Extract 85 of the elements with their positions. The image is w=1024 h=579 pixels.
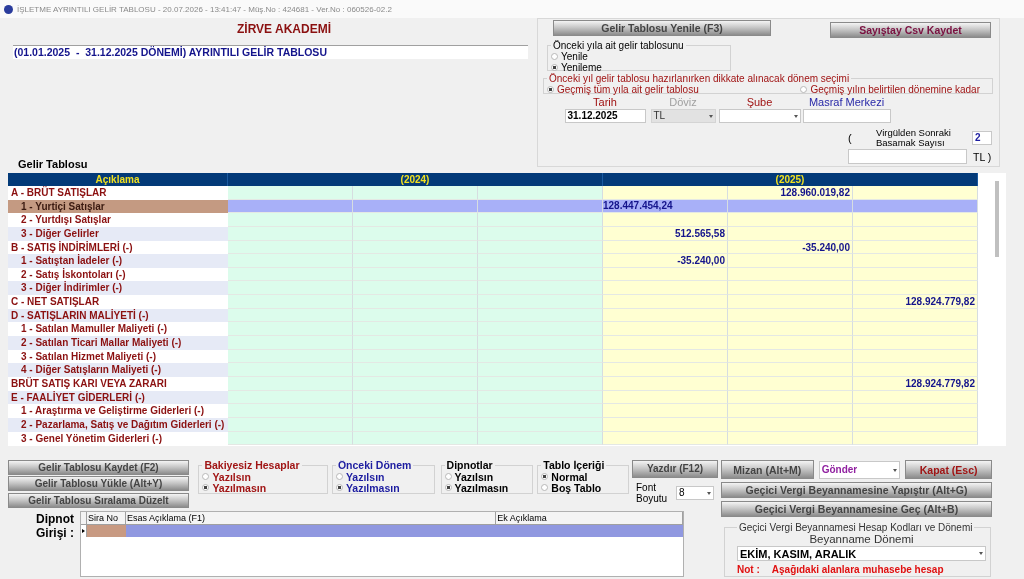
caret-icon xyxy=(708,114,713,118)
group-title: Önceki yıla ait gelir tablosunu xyxy=(552,40,685,51)
row-label[interactable]: 4 - Diğer Satışların Maliyeti (-) xyxy=(8,363,228,377)
load-button[interactable]: Gelir Tablosu Yükle (Alt+Y) xyxy=(8,476,189,491)
dropdown[interactable] xyxy=(718,109,801,123)
option-label: Yenile xyxy=(561,51,588,62)
radio-button[interactable] xyxy=(551,64,558,71)
radio-button[interactable] xyxy=(551,53,558,60)
print-button[interactable]: Yazdır (F12) xyxy=(632,460,718,478)
option-label: Yazılmasın xyxy=(345,481,400,494)
radio-button[interactable] xyxy=(202,484,210,491)
column-header: Esas Açıklama (F1) xyxy=(125,512,497,524)
field-label: Şube xyxy=(746,96,773,109)
group-title: Geçici Vergi Beyannamesi Hesap Kodları ve Dönemi xyxy=(738,523,974,533)
dropdown[interactable]: Gönder xyxy=(818,461,901,479)
section-title: Gelir Tablosu xyxy=(18,158,89,171)
option-label: Yazılmasın xyxy=(212,481,267,494)
field-label: Masraf Merkezi xyxy=(808,96,885,109)
radio-button[interactable] xyxy=(202,473,210,480)
dropdown[interactable]: 8 xyxy=(676,486,714,500)
caret-icon xyxy=(707,491,711,495)
trial-balance-button[interactable]: Mizan (Alt+M) xyxy=(721,460,814,479)
radio-button[interactable] xyxy=(444,484,452,491)
paste-button[interactable]: Geçici Vergi Beyannamesine Yapıştır (Alt+G) xyxy=(721,482,992,498)
refresh-button[interactable]: Gelir Tablosu Yenile (F3) xyxy=(553,20,771,36)
app-icon xyxy=(4,4,13,14)
group-title: Dipnotlar xyxy=(445,460,494,471)
input-field[interactable]: 2 xyxy=(972,131,992,145)
caret-icon xyxy=(893,468,898,472)
note-text: Aşağıdaki alanlara muhasebe hesap xyxy=(771,564,944,575)
option-label: Yazılsın xyxy=(454,470,494,483)
table-cell[interactable] xyxy=(496,525,683,537)
table-cell[interactable] xyxy=(87,525,126,537)
column-header: Ek Açıklama xyxy=(496,512,683,524)
row-label[interactable]: 3 - Diğer İndirimler (-) xyxy=(8,281,228,296)
table-cell: -35.240,00 xyxy=(603,254,728,268)
option-label: Geçmiş yılın belirtilen dönemine kadar xyxy=(810,84,980,95)
csv-save-button[interactable]: Sayıştay Csv Kaydet xyxy=(830,22,991,38)
option-label: Boş Tablo xyxy=(551,481,602,494)
company-name: ZİRVE AKADEMİ xyxy=(236,22,332,38)
dropdown[interactable]: EKİM, KASIM, ARALIK xyxy=(737,546,986,561)
field-label: Döviz xyxy=(669,96,697,109)
group-title: Bakiyesiz Hesaplar xyxy=(203,460,301,471)
input-field[interactable] xyxy=(848,149,967,164)
option-label: Yenileme xyxy=(561,62,602,73)
option-label: Yazılsın xyxy=(212,470,251,483)
option-label: Yazılmasın xyxy=(454,481,509,494)
scrollbar-thumb[interactable] xyxy=(995,181,999,257)
radio-button[interactable] xyxy=(547,86,554,93)
report-title-field[interactable]: (01.01.2025 - 31.12.2025 DÖNEMİ) AYRINTILI GELİR TABLOSU xyxy=(13,45,528,59)
field-label: Virgülden Sonraki Basamak Sayısı xyxy=(876,128,952,148)
option-label: Geçmiş tüm yıla ait gelir tablosu xyxy=(557,84,699,95)
row-label[interactable]: 1 - Satıştan İadeler (-) xyxy=(8,254,228,268)
group-title: Önceki yıl gelir tablosu hazırlanırken dikkate alınacak dönem seçimi xyxy=(548,73,850,84)
row-label[interactable]: 2 - Satılan Ticari Mallar Maliyeti (-) xyxy=(8,336,228,350)
radio-button[interactable] xyxy=(335,484,343,491)
table-cell: 128.960.019,82 xyxy=(728,186,853,200)
table-cell: 128.924.779,82 xyxy=(853,295,978,309)
close-button[interactable]: Kapat (Esc) xyxy=(905,460,992,479)
field-label: Font Boyutu xyxy=(636,482,669,504)
radio-button[interactable] xyxy=(444,473,452,480)
field-label: Beyanname Dönemi xyxy=(808,533,915,545)
unit-label: TL ) xyxy=(973,150,992,163)
radio-button[interactable] xyxy=(541,473,549,480)
window-title: İŞLETME AYRINTILI GELİR TABLOSU - 20.07.2026 - 13:41:47 - Müş.No : 424681 - Ver.No : 060526-02.2 xyxy=(17,4,392,14)
parenthesis: ( xyxy=(848,132,853,144)
caret-icon xyxy=(979,552,983,555)
option-label: Normal xyxy=(551,470,588,483)
sort-fix-button[interactable]: Gelir Tablosu Sıralama Düzelt xyxy=(8,493,189,508)
group-title: Tablo İçeriği xyxy=(542,460,606,471)
table-cell[interactable] xyxy=(125,525,497,537)
column-header: Sira No xyxy=(87,512,126,524)
radio-button[interactable] xyxy=(335,473,343,480)
caret-icon xyxy=(793,114,798,118)
group-title: Önceki Dönem xyxy=(336,460,413,471)
input-field[interactable]: 31.12.2025 xyxy=(564,109,646,123)
field-label: Dipnot Girişi : xyxy=(35,511,74,542)
save-button[interactable]: Gelir Tablosu Kaydet (F2) xyxy=(8,460,189,475)
radio-button[interactable] xyxy=(800,86,808,93)
goto-button[interactable]: Geçici Vergi Beyannamesine Geç (Alt+B) xyxy=(721,501,992,517)
radio-button[interactable] xyxy=(541,484,549,491)
field-label: Tarih xyxy=(593,96,617,109)
option-label: Yazılsın xyxy=(345,470,385,483)
note-label: Not : xyxy=(737,564,760,575)
input-field[interactable] xyxy=(802,109,891,123)
